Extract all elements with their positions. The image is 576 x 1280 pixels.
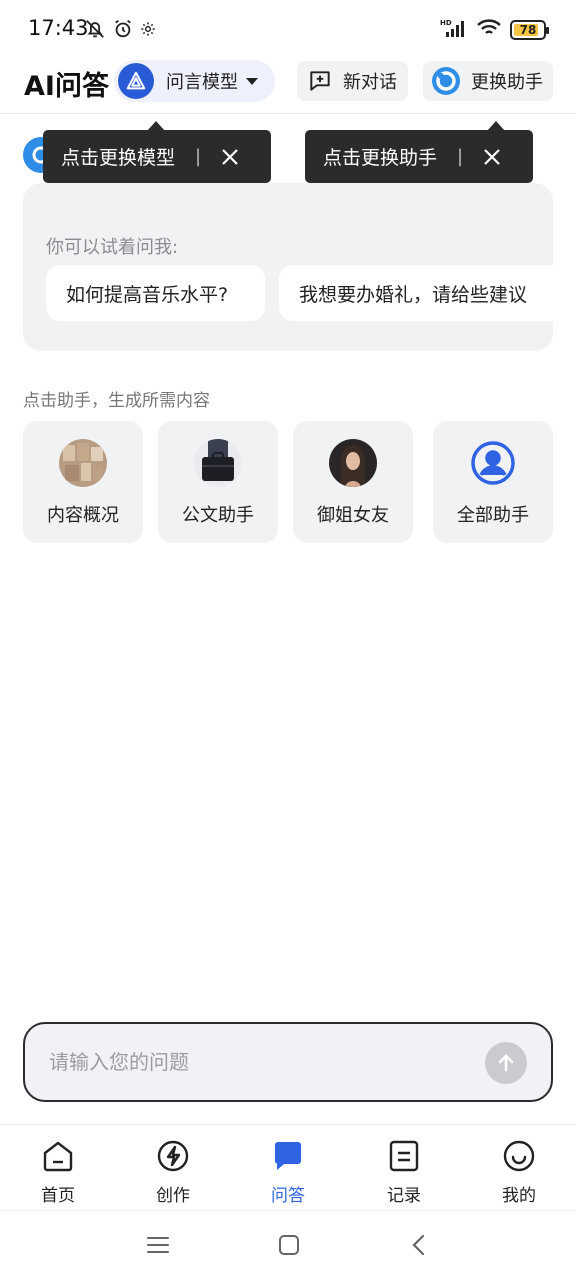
- nav-item-qa[interactable]: 问答: [248, 1139, 328, 1206]
- assistant-card-document[interactable]: 公文助手: [158, 421, 278, 543]
- svg-text:HD: HD: [440, 19, 452, 27]
- nav-label: 首页: [41, 1186, 75, 1206]
- nav-item-create[interactable]: 创作: [133, 1139, 213, 1206]
- chevron-down-icon: [246, 77, 258, 85]
- back-icon[interactable]: [408, 1233, 432, 1257]
- suggestion-chip[interactable]: 如何提高音乐水平?: [46, 265, 265, 321]
- briefcase-avatar: [194, 439, 242, 487]
- model-logo-icon: [118, 63, 154, 99]
- send-button[interactable]: [485, 1042, 527, 1084]
- model-tooltip-text: 点击更换模型: [61, 147, 176, 169]
- alarm-icon: [112, 18, 134, 44]
- bottom-nav: 首页 创作 问答 记录 我的: [0, 1124, 576, 1210]
- assistant-name: 全部助手: [457, 505, 529, 526]
- battery-level: 78: [519, 23, 537, 37]
- new-chat-label: 新对话: [343, 72, 397, 93]
- question-input[interactable]: [49, 1042, 469, 1082]
- suggestion-title: 你可以试着问我:: [46, 237, 179, 258]
- status-bar: 17:43 HD 78: [0, 0, 576, 60]
- mute-bell-icon: [84, 18, 106, 44]
- app-header: AI问答 问言模型 新对话 更换助手: [0, 58, 576, 114]
- books-avatar: [59, 439, 107, 487]
- home-square-icon[interactable]: [277, 1233, 301, 1257]
- assistants-section-label: 点击助手，生成所需内容: [23, 391, 210, 411]
- home-icon: [41, 1139, 75, 1177]
- settings-gear-icon: [140, 21, 156, 41]
- status-time: 17:43: [28, 16, 89, 40]
- status-icons-left: [84, 18, 156, 44]
- assistant-tooltip-text: 点击更换助手: [323, 147, 438, 169]
- suggestion-chip[interactable]: 我想要办婚礼，请给些建议: [279, 265, 553, 321]
- model-tooltip: 点击更换模型 |: [43, 121, 271, 183]
- battery-icon: 78: [510, 20, 549, 40]
- assistant-card-content-overview[interactable]: 内容概况: [23, 421, 143, 543]
- assistant-name: 公文助手: [182, 505, 254, 526]
- assistant-card-all[interactable]: 全部助手: [433, 421, 553, 543]
- model-selector[interactable]: 问言模型: [114, 60, 275, 102]
- tooltip-separator: |: [195, 146, 202, 167]
- nav-label: 记录: [387, 1186, 421, 1206]
- chat-bubble-icon: [271, 1139, 305, 1177]
- question-input-box: [23, 1022, 553, 1102]
- assistant-card-girlfriend[interactable]: 御姐女友: [293, 421, 413, 543]
- nav-label: 我的: [502, 1186, 536, 1206]
- system-nav-bar: [0, 1210, 576, 1280]
- new-chat-icon: [307, 68, 333, 94]
- close-icon[interactable]: [483, 148, 501, 166]
- suggestion-card: 你可以试着问我: 如何提高音乐水平? 我想要办婚礼，请给些建议: [23, 183, 553, 351]
- nav-label: 创作: [156, 1186, 190, 1206]
- signal-icon: HD: [440, 18, 468, 42]
- smiley-icon: [502, 1139, 536, 1177]
- assistant-name: 内容概况: [47, 505, 119, 526]
- switch-assistant-label: 更换助手: [471, 72, 543, 93]
- status-icons-right: HD 78: [440, 18, 549, 42]
- record-icon: [387, 1139, 421, 1177]
- assistant-tooltip: 点击更换助手 |: [305, 121, 533, 183]
- nav-label: 问答: [271, 1186, 305, 1206]
- model-label: 问言模型: [166, 72, 238, 93]
- close-icon[interactable]: [221, 148, 239, 166]
- nav-item-home[interactable]: 首页: [18, 1139, 98, 1206]
- new-chat-button[interactable]: 新对话: [297, 61, 408, 101]
- wifi-icon: [476, 18, 502, 42]
- nav-item-profile[interactable]: 我的: [479, 1139, 559, 1206]
- assistant-name: 御姐女友: [317, 505, 389, 526]
- tooltip-separator: |: [457, 146, 464, 167]
- switch-assistant-button[interactable]: 更换助手: [423, 61, 553, 101]
- user-circle-icon: [469, 439, 517, 487]
- assistant-logo-icon: [431, 66, 461, 96]
- page-title: AI问答: [24, 71, 109, 102]
- lightning-icon: [156, 1139, 190, 1177]
- menu-icon[interactable]: [146, 1233, 170, 1257]
- nav-item-records[interactable]: 记录: [364, 1139, 444, 1206]
- woman-portrait-avatar: [329, 439, 377, 487]
